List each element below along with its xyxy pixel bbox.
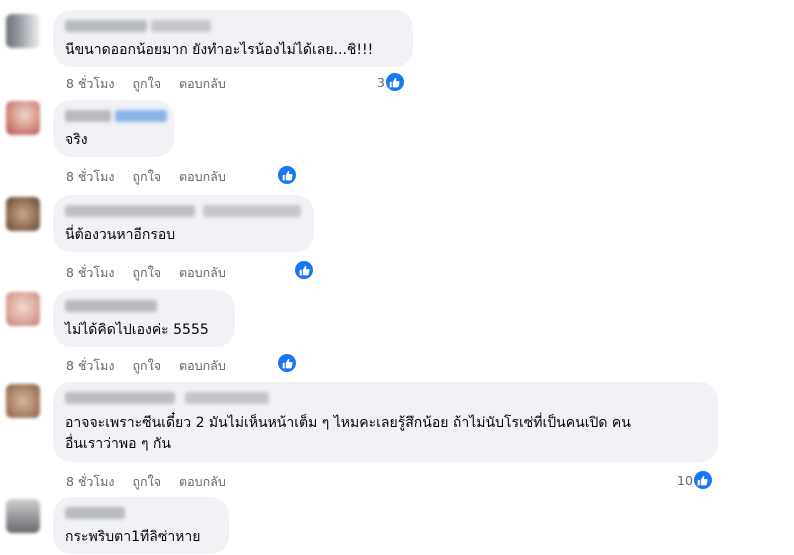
comment-time[interactable]: 8 ชั่วโมง <box>66 167 115 187</box>
comment-actions: 8 ชั่วโมง ถูกใจ ตอบกลับ <box>66 167 240 187</box>
comment-list: นีขนาดออกน้อยมาก ยังทำอะไรน้องไม่ได้เลย.… <box>0 0 794 555</box>
reaction-count: 10 <box>677 472 693 488</box>
comment-bubble: นีขนาดออกน้อยมาก ยังทำอะไรน้องไม่ได้เลย.… <box>53 10 413 67</box>
comment-actions: 8 ชั่วโมง ถูกใจ ตอบกลับ <box>66 74 240 94</box>
comment-actions: 8 ชั่วโมง ถูกใจ ตอบกลับ <box>66 472 240 492</box>
comment-bubble: จริง <box>53 100 174 157</box>
like-reaction-icon <box>295 261 313 279</box>
avatar[interactable] <box>6 14 40 48</box>
comment-bubble: ไม่ได้คิดไปเองค่ะ 5555 <box>53 290 235 347</box>
avatar[interactable] <box>6 384 40 418</box>
avatar[interactable] <box>6 499 40 533</box>
reaction-summary[interactable]: 3 <box>377 73 404 91</box>
reaction-summary[interactable]: 10 <box>677 471 712 489</box>
avatar[interactable] <box>6 101 40 135</box>
avatar[interactable] <box>6 292 40 326</box>
like-reaction-icon <box>278 166 296 184</box>
reaction-count: 3 <box>377 74 385 90</box>
like-link[interactable]: ถูกใจ <box>132 356 161 376</box>
author-name-blurred[interactable] <box>203 205 301 217</box>
comment-bubble: อาจจะเพราะซีนเดี๋ยว 2 มันไม่เห็นหน้าเต็ม… <box>53 382 718 462</box>
reply-link[interactable]: ตอบกลับ <box>179 74 226 94</box>
like-reaction-icon <box>693 471 712 489</box>
comment-text: อาจจะเพราะซีนเดี๋ยว 2 มันไม่เห็นหน้าเต็ม… <box>65 415 631 452</box>
like-reaction-icon <box>278 354 296 372</box>
comment-text: จริง <box>65 132 88 148</box>
reply-link[interactable]: ตอบกลับ <box>179 263 226 283</box>
like-reaction-icon <box>385 73 404 91</box>
author-name-blurred[interactable] <box>65 110 111 122</box>
comment-text: ไม่ได้คิดไปเองค่ะ 5555 <box>65 322 209 338</box>
author-name-blurred[interactable] <box>65 300 157 312</box>
like-link[interactable]: ถูกใจ <box>132 167 161 187</box>
like-link[interactable]: ถูกใจ <box>132 74 161 94</box>
like-link[interactable]: ถูกใจ <box>132 472 161 492</box>
reaction-summary[interactable] <box>277 166 296 184</box>
author-name-blurred[interactable] <box>65 205 195 217</box>
comment-text: นีขนาดออกน้อยมาก ยังทำอะไรน้องไม่ได้เลย.… <box>65 42 374 58</box>
like-link[interactable]: ถูกใจ <box>132 263 161 283</box>
comment-time[interactable]: 8 ชั่วโมง <box>66 472 115 492</box>
author-name-blurred[interactable] <box>65 507 125 519</box>
author-name-blurred[interactable] <box>65 20 147 32</box>
comment-time[interactable]: 8 ชั่วโมง <box>66 263 115 283</box>
comment-bubble: นี่ต้องวนหาอีกรอบ <box>53 195 314 252</box>
reply-link[interactable]: ตอบกลับ <box>179 167 226 187</box>
author-name-blurred[interactable] <box>185 392 269 404</box>
comment-actions: 8 ชั่วโมง ถูกใจ ตอบกลับ <box>66 356 240 376</box>
reaction-summary[interactable] <box>294 261 313 279</box>
comment-text: กระพริบตา1ทีลิซ่าหาย <box>65 529 201 545</box>
comment-time[interactable]: 8 ชั่วโมง <box>66 74 115 94</box>
comment-bubble: กระพริบตา1ทีลิซ่าหาย <box>53 497 229 554</box>
reply-link[interactable]: ตอบกลับ <box>179 356 226 376</box>
reply-link[interactable]: ตอบกลับ <box>179 472 226 492</box>
comment-time[interactable]: 8 ชั่วโมง <box>66 356 115 376</box>
comment-actions: 8 ชั่วโมง ถูกใจ ตอบกลับ <box>66 263 240 283</box>
avatar[interactable] <box>6 197 40 231</box>
author-name-blurred[interactable] <box>115 110 167 122</box>
comment-text: นี่ต้องวนหาอีกรอบ <box>65 227 176 243</box>
author-name-blurred[interactable] <box>151 20 211 32</box>
reaction-summary[interactable] <box>277 354 296 372</box>
author-name-blurred[interactable] <box>65 392 175 404</box>
